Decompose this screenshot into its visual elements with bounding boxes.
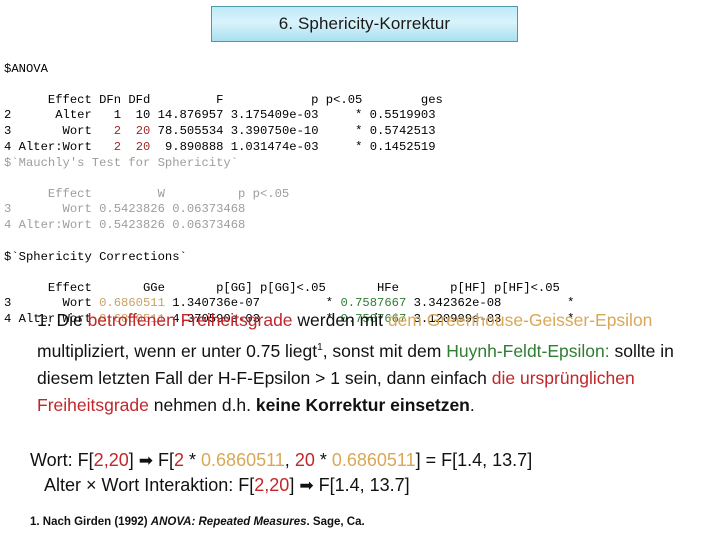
anova-header-label: $ANOVA <box>4 61 48 76</box>
formula2-dfn: 2 <box>254 475 265 495</box>
paragraph-highlight-hf-epsilon: Huynh-Feldt-Epsilon: <box>446 340 610 361</box>
paragraph-seg-3: werden mit <box>292 310 388 330</box>
formula1-mult1: * <box>184 450 202 470</box>
formula1-dfd: 20 <box>108 450 129 470</box>
formula1-gge-2: 0.6860511 <box>331 450 416 470</box>
explanation-paragraph: 1. Die betroffenen Freiheitsgrade werden… <box>37 307 692 419</box>
dfn-value-highlight: 2 <box>113 123 122 138</box>
arrow-right-icon: ➡ <box>299 476 314 495</box>
paragraph-highlight-no-correction: keine Korrektur einsetzen <box>255 394 470 415</box>
formula1-open2: F[ <box>153 450 174 470</box>
anova-output-block: $ANOVA Effect DFn DFd F p p<.05 ges 2 Alt… <box>4 46 443 155</box>
mauchly-output-block: $`Mauchly's Test for Sphericity` Effect … <box>4 140 289 234</box>
formula1-mult2: * <box>314 450 332 470</box>
formula1-result: ] = F[1.4, 13.7] <box>415 450 533 470</box>
formula2-label: Alter × Wort Interaktion: F[ <box>44 475 255 495</box>
sphericity-header-label: $`Sphericity Corrections` <box>4 249 187 264</box>
paragraph-highlight-affected-df: betroffenen Freiheitsgrade <box>87 310 293 330</box>
formula1-dfd-2: 20 <box>294 450 315 470</box>
formula2-close1: ] <box>289 475 300 495</box>
dfd-value-highlight: 20 <box>135 123 151 138</box>
page-title: 6. Sphericity-Korrektur <box>278 14 451 33</box>
formula1-close1: ] <box>128 450 139 470</box>
footnote-text: 1. Nach Girden (1992) ANOVA: Repeated Me… <box>30 516 365 528</box>
footnote-prefix: 1. Nach Girden (1992) <box>30 516 151 528</box>
paragraph-highlight-gg-epsilon: dem Greenhouse-Geisser-Epsilon <box>387 310 653 330</box>
paragraph-seg-1: 1. Die <box>37 310 88 330</box>
sphericity-columns-header: Effect GGe p[GG] p[GG]<.05 HFe p[HF] p[H… <box>4 280 560 295</box>
mauchly-row-1: 3 Wort 0.5423826 0.06373468 <box>4 202 246 217</box>
formula2-dfd: 20 <box>269 475 290 495</box>
formula1-gge-1: 0.6860511 <box>201 450 285 470</box>
mauchly-columns-header: Effect W p p<.05 <box>4 186 290 201</box>
slide-title-banner: 6. Sphericity-Korrektur <box>211 6 518 42</box>
footnote-title: ANOVA: Repeated Measures <box>150 516 307 528</box>
formula1-dfn: 2 <box>93 450 104 470</box>
formula-line-wort: Wort: F[2,20] ➡ F[2 * 0.6860511, 20 * 0.… <box>30 448 710 473</box>
paragraph-seg-6: , sonst mit dem <box>322 340 447 361</box>
paragraph-seg-10: nehmen d.h. <box>148 394 256 415</box>
footnote-suffix: . Sage, Ca. <box>306 516 365 528</box>
anova-row-2: 3 Wort 2 20 78.505534 3.390750e-10 * 0.5… <box>4 123 436 138</box>
formula1-sep: , <box>284 450 295 470</box>
paragraph-seg-5: multipliziert, wenn er unter 0.75 liegt <box>37 340 318 361</box>
mauchly-row-2: 4 Alter:Wort 0.5423826 0.06373468 <box>4 217 246 232</box>
formula-line-interaktion: Alter × Wort Interaktion: F[2,20] ➡ F[1.… <box>30 473 710 498</box>
formula-block: Wort: F[2,20] ➡ F[2 * 0.6860511, 20 * 0.… <box>30 448 710 498</box>
anova-row-1: 2 Alter 1 10 14.876957 3.175409e-03 * 0.… <box>4 108 436 123</box>
paragraph-seg-12: . <box>469 394 475 415</box>
formula1-dfn-2: 2 <box>174 450 185 470</box>
formula2-result: F[1.4, 13.7] <box>313 475 410 495</box>
arrow-right-icon: ➡ <box>138 451 153 470</box>
anova-columns-header: Effect DFn DFd F p p<.05 ges <box>4 92 443 107</box>
mauchly-header-label: $`Mauchly's Test for Sphericity` <box>4 155 239 170</box>
formula1-label: Wort: F[ <box>30 450 94 470</box>
